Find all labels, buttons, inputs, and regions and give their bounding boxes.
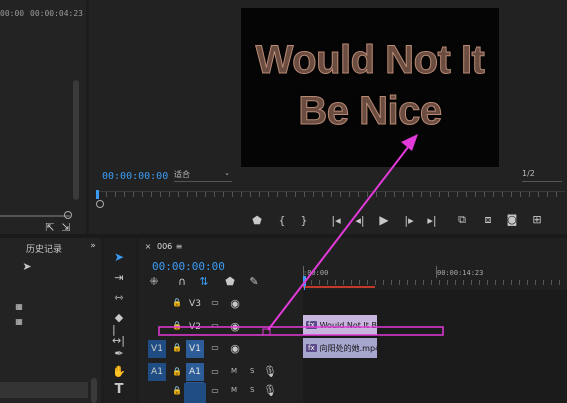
annotation-arrow-line (267, 141, 413, 331)
annotation-arrow-head (401, 134, 418, 151)
annotation-overlay (158, 134, 444, 336)
annotation-box (158, 326, 444, 336)
